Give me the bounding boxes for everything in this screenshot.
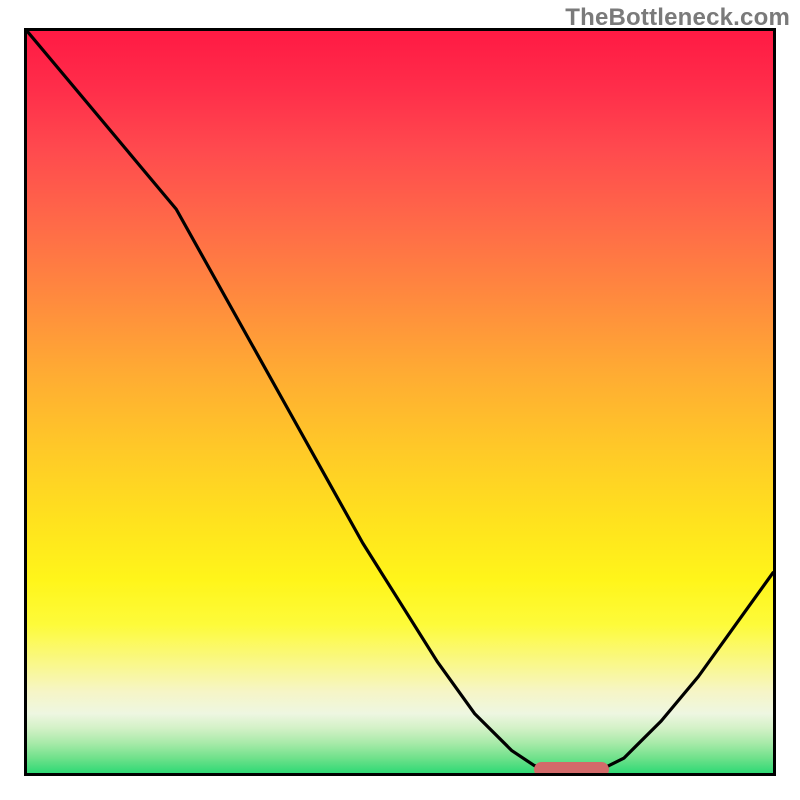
plot-frame: [24, 28, 776, 776]
watermark-text: TheBottleneck.com: [565, 4, 790, 32]
optimal-marker: [534, 762, 609, 776]
bottleneck-curve: [27, 31, 773, 773]
chart-container: TheBottleneck.com: [0, 0, 800, 800]
